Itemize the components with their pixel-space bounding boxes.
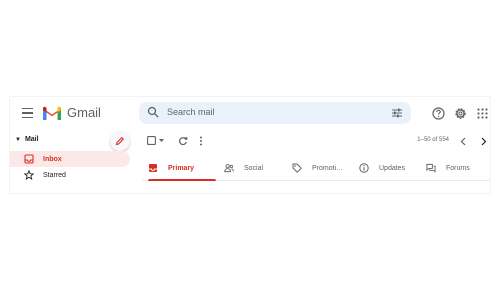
refresh-icon[interactable] bbox=[178, 136, 188, 146]
search-bar[interactable]: Search mail bbox=[139, 102, 411, 124]
caret-down-icon[interactable]: ▼ bbox=[15, 137, 21, 143]
gmail-brand-text: Gmail bbox=[67, 105, 101, 120]
tab-label: Primary bbox=[168, 164, 195, 172]
tab-promotions[interactable]: Promoti… bbox=[292, 156, 343, 180]
menu-icon[interactable] bbox=[18, 104, 36, 122]
category-tabs: Primary Social Promoti… Updates Forums bbox=[142, 156, 490, 181]
sidebar-item-inbox[interactable]: Inbox bbox=[10, 151, 130, 167]
sidebar-item-label: Inbox bbox=[43, 155, 62, 163]
tab-primary[interactable]: Primary bbox=[148, 156, 216, 181]
star-icon bbox=[24, 170, 34, 180]
more-options-icon[interactable] bbox=[199, 136, 203, 146]
select-all-checkbox[interactable] bbox=[147, 136, 156, 145]
tab-label: Social bbox=[244, 164, 264, 172]
search-input[interactable]: Search mail bbox=[167, 107, 215, 117]
pagination-count: 1–50 of 554 bbox=[417, 137, 449, 143]
tab-forums[interactable]: Forums bbox=[426, 156, 470, 180]
tab-label: Updates bbox=[379, 164, 406, 172]
mail-toolbar: 1–50 of 554 bbox=[145, 133, 490, 151]
newer-page-button[interactable] bbox=[460, 137, 466, 146]
gmail-logo[interactable] bbox=[42, 106, 62, 120]
sidebar-item-label: Starred bbox=[43, 171, 66, 179]
people-icon bbox=[224, 163, 234, 173]
apps-icon[interactable] bbox=[474, 105, 490, 121]
header: Gmail Search mail bbox=[10, 97, 490, 129]
tab-label: Forums bbox=[446, 164, 470, 172]
settings-icon[interactable] bbox=[452, 105, 468, 121]
chevron-left-icon bbox=[460, 137, 466, 146]
mail-section-label[interactable]: ▼ Mail bbox=[15, 136, 39, 143]
select-dropdown-icon[interactable] bbox=[159, 139, 164, 143]
pencil-icon bbox=[115, 136, 125, 146]
forum-icon bbox=[426, 163, 436, 173]
tag-icon bbox=[292, 163, 302, 173]
sidebar-item-starred[interactable]: Starred bbox=[10, 167, 130, 183]
chevron-right-icon bbox=[481, 137, 487, 146]
tab-social[interactable]: Social bbox=[224, 156, 263, 180]
gmail-app: Gmail Search mail ▼ Mail Inbox Starred 1… bbox=[10, 97, 490, 193]
older-page-button[interactable] bbox=[481, 137, 487, 146]
compose-button[interactable] bbox=[110, 131, 130, 151]
tab-label: Promoti… bbox=[312, 164, 344, 172]
help-icon[interactable] bbox=[430, 105, 446, 121]
info-icon bbox=[359, 163, 369, 173]
inbox-icon bbox=[24, 154, 34, 164]
search-options-icon[interactable] bbox=[391, 107, 403, 119]
search-icon[interactable] bbox=[147, 106, 159, 118]
tab-updates[interactable]: Updates bbox=[359, 156, 405, 180]
inbox-icon bbox=[148, 163, 158, 173]
